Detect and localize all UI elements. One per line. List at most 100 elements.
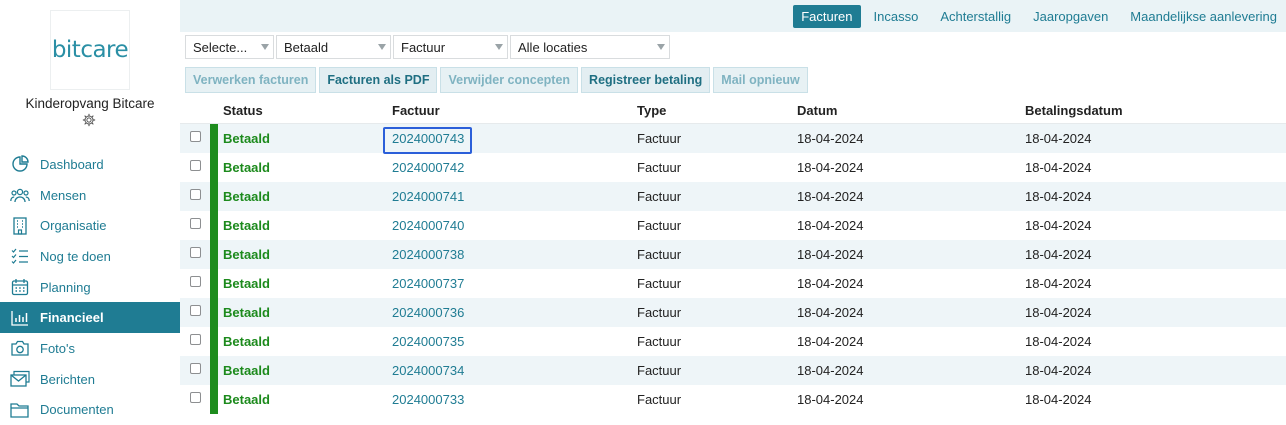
invoice-type: Factuur: [637, 327, 681, 356]
row-checkbox[interactable]: [190, 131, 201, 142]
column-header-factuur[interactable]: Factuur: [392, 97, 440, 123]
status-label: Betaald: [223, 356, 270, 385]
table-row[interactable]: Betaald2024000741Factuur18-04-202418-04-…: [180, 182, 1286, 211]
mail-opnieuw-button[interactable]: Mail opnieuw: [713, 67, 807, 93]
status-indicator-bar: [210, 298, 218, 327]
status-label: Betaald: [223, 240, 270, 269]
payment-date: 18-04-2024: [1025, 327, 1092, 356]
row-checkbox[interactable]: [190, 160, 201, 171]
invoice-number-link[interactable]: 2024000733: [392, 385, 464, 414]
invoice-date: 18-04-2024: [797, 269, 864, 298]
invoice-number-link[interactable]: 2024000737: [392, 269, 464, 298]
sidebar-item-financieel[interactable]: Financieel: [0, 302, 180, 333]
select-value: Selecte...: [193, 40, 247, 55]
status-label: Betaald: [223, 385, 270, 414]
chevron-down-icon: [657, 44, 665, 50]
verwijder-concepten-button[interactable]: Verwijder concepten: [440, 67, 578, 93]
invoice-date: 18-04-2024: [797, 153, 864, 182]
column-header-type[interactable]: Type: [637, 97, 666, 123]
gear-icon[interactable]: [82, 113, 96, 127]
select-filter-selection[interactable]: Selecte...: [185, 35, 274, 59]
table-row[interactable]: Betaald2024000742Factuur18-04-202418-04-…: [180, 153, 1286, 182]
payment-date: 18-04-2024: [1025, 124, 1092, 153]
tab-jaaropgaven[interactable]: Jaaropgaven: [1024, 5, 1117, 28]
payment-date: 18-04-2024: [1025, 356, 1092, 385]
invoice-number-link[interactable]: 2024000734: [392, 356, 464, 385]
status-indicator-bar: [210, 124, 218, 153]
invoice-date: 18-04-2024: [797, 356, 864, 385]
payment-date: 18-04-2024: [1025, 182, 1092, 211]
sidebar-item-organisatie[interactable]: Organisatie: [0, 210, 180, 241]
column-header-betalingsdatum[interactable]: Betalingsdatum: [1025, 97, 1123, 123]
invoice-number-link[interactable]: 2024000735: [392, 327, 464, 356]
sidebar-item-dashboard[interactable]: Dashboard: [0, 149, 180, 180]
sidebar-item-planning[interactable]: Planning: [0, 272, 180, 303]
invoice-number-link[interactable]: 2024000741: [392, 182, 464, 211]
payment-date: 18-04-2024: [1025, 269, 1092, 298]
sidebar-item-nog-te-doen[interactable]: Nog te doen: [0, 241, 180, 272]
table-row[interactable]: Betaald2024000735Factuur18-04-202418-04-…: [180, 327, 1286, 356]
table-row[interactable]: Betaald2024000737Factuur18-04-202418-04-…: [180, 269, 1286, 298]
payment-date: 18-04-2024: [1025, 240, 1092, 269]
row-checkbox[interactable]: [190, 334, 201, 345]
invoice-number-link[interactable]: 2024000740: [392, 211, 464, 240]
org-logo: bitcare: [50, 10, 130, 90]
dashboard-icon: [10, 154, 30, 174]
invoice-date: 18-04-2024: [797, 211, 864, 240]
sidebar-item-fotos[interactable]: Foto's: [0, 333, 180, 364]
select-filter-status[interactable]: Betaald: [276, 35, 391, 59]
chevron-down-icon: [378, 44, 386, 50]
invoice-number-link[interactable]: 2024000738: [392, 240, 464, 269]
row-checkbox[interactable]: [190, 305, 201, 316]
status-indicator-bar: [210, 356, 218, 385]
sidebar-item-label: Organisatie: [40, 218, 106, 233]
table-row[interactable]: Betaald2024000734Factuur18-04-202418-04-…: [180, 356, 1286, 385]
payment-date: 18-04-2024: [1025, 385, 1092, 414]
column-header-datum[interactable]: Datum: [797, 97, 837, 123]
table-row[interactable]: Betaald2024000743Factuur18-04-202418-04-…: [180, 124, 1286, 153]
table-body: Betaald2024000743Factuur18-04-202418-04-…: [180, 124, 1286, 414]
bar-chart-icon: [10, 308, 30, 328]
status-label: Betaald: [223, 153, 270, 182]
invoice-type: Factuur: [637, 124, 681, 153]
table-row[interactable]: Betaald2024000740Factuur18-04-202418-04-…: [180, 211, 1286, 240]
people-icon: [10, 185, 30, 205]
sidebar-item-mensen[interactable]: Mensen: [0, 180, 180, 211]
status-indicator-bar: [210, 211, 218, 240]
row-checkbox[interactable]: [190, 218, 201, 229]
tab-facturen[interactable]: Facturen: [793, 5, 860, 28]
status-indicator-bar: [210, 385, 218, 414]
verwerken-facturen-button[interactable]: Verwerken facturen: [185, 67, 316, 93]
select-filter-locatie[interactable]: Alle locaties: [510, 35, 670, 59]
sidebar-item-berichten[interactable]: Berichten: [0, 364, 180, 395]
tab-achterstallig[interactable]: Achterstallig: [931, 5, 1020, 28]
facturen-als-pdf-button[interactable]: Facturen als PDF: [319, 67, 437, 93]
sidebar-item-documenten[interactable]: Documenten: [0, 395, 180, 425]
tab-incasso[interactable]: Incasso: [865, 5, 928, 28]
select-value: Factuur: [401, 40, 445, 55]
invoice-number-link[interactable]: 2024000736: [392, 298, 464, 327]
select-filter-type[interactable]: Factuur: [393, 35, 508, 59]
table-row[interactable]: Betaald2024000733Factuur18-04-202418-04-…: [180, 385, 1286, 414]
table-row[interactable]: Betaald2024000736Factuur18-04-202418-04-…: [180, 298, 1286, 327]
invoice-date: 18-04-2024: [797, 124, 864, 153]
sidebar-item-label: Financieel: [40, 310, 104, 325]
sidebar-item-label: Foto's: [40, 341, 75, 356]
row-checkbox[interactable]: [190, 392, 201, 403]
row-checkbox[interactable]: [190, 247, 201, 258]
invoice-number-link[interactable]: 2024000742: [392, 153, 464, 182]
status-indicator-bar: [210, 153, 218, 182]
table-row[interactable]: Betaald2024000738Factuur18-04-202418-04-…: [180, 240, 1286, 269]
column-header-status[interactable]: Status: [223, 97, 263, 123]
building-icon: [10, 216, 30, 236]
row-checkbox[interactable]: [190, 276, 201, 287]
logo-text: bitcare: [52, 37, 128, 63]
invoice-date: 18-04-2024: [797, 327, 864, 356]
registreer-betaling-button[interactable]: Registreer betaling: [581, 67, 710, 93]
tab-maandelijkse-aanlevering[interactable]: Maandelijkse aanlevering: [1121, 5, 1286, 28]
sidebar-item-label: Documenten: [40, 402, 114, 417]
row-checkbox[interactable]: [190, 363, 201, 374]
status-label: Betaald: [223, 124, 270, 153]
invoice-date: 18-04-2024: [797, 385, 864, 414]
row-checkbox[interactable]: [190, 189, 201, 200]
